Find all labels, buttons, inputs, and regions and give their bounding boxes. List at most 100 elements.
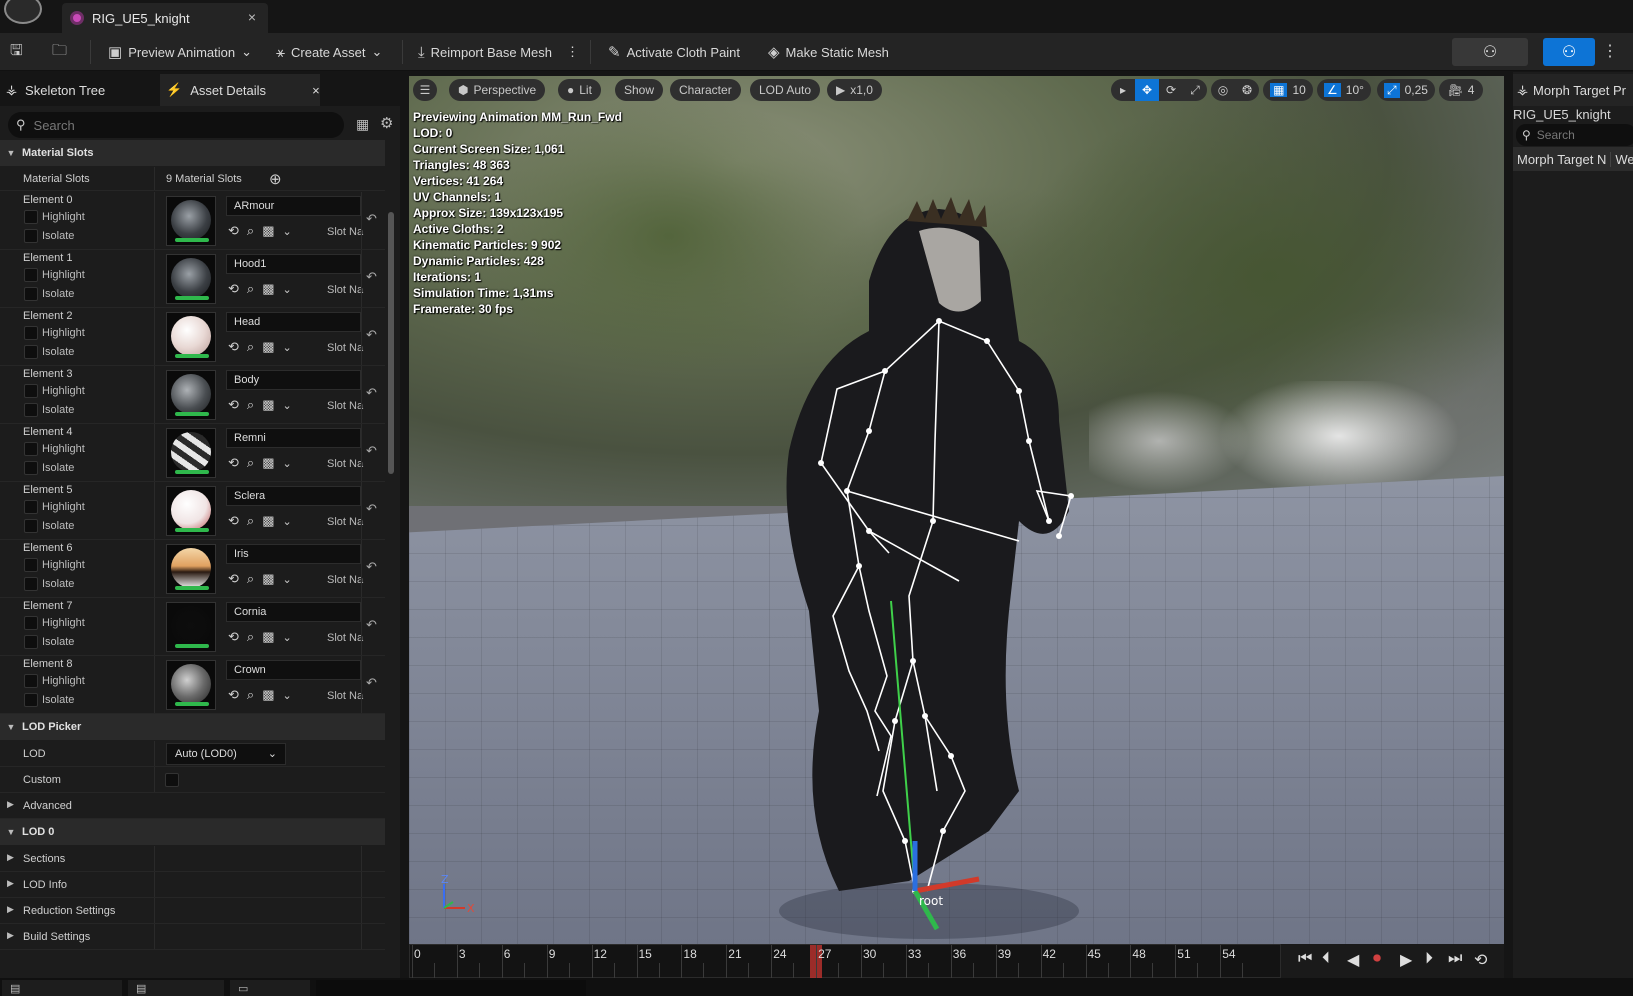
reset-to-default-icon[interactable]: ↶ — [366, 385, 377, 401]
scale-mode-icon[interactable]: ⤢ — [1183, 79, 1207, 101]
category-material-slots[interactable]: ▼ Material Slots — [0, 140, 385, 166]
use-selected-icon[interactable]: ⟲ — [228, 629, 239, 645]
skeleton-mode-button[interactable]: ⚇ — [1452, 38, 1528, 66]
reset-to-default-icon[interactable]: ↶ — [366, 269, 377, 285]
close-tab-icon[interactable]: × — [248, 9, 256, 25]
chevron-down-icon[interactable]: ⌄ — [282, 515, 291, 528]
settings-gear-icon[interactable]: ⚙ — [380, 114, 393, 132]
reset-to-default-icon[interactable]: ↶ — [366, 559, 377, 575]
chevron-down-icon[interactable]: ⌄ — [282, 225, 291, 238]
perspective-button[interactable]: ⬢ Perspective — [449, 79, 546, 101]
isolate-checkbox[interactable] — [24, 287, 38, 301]
lod-dropdown[interactable]: Auto (LOD0) ⌄ — [166, 743, 286, 765]
highlight-checkbox[interactable] — [24, 558, 38, 572]
grid-snap-toggle[interactable]: ▦ 10 — [1263, 79, 1313, 101]
reset-to-default-icon[interactable]: ↶ — [366, 443, 377, 459]
lod-auto-button[interactable]: LOD Auto — [750, 79, 821, 101]
browse-asset-icon[interactable]: ⌕ — [247, 571, 254, 587]
isolate-checkbox[interactable] — [24, 519, 38, 533]
more-options-icon[interactable]: ⋮ — [566, 44, 579, 60]
browse-asset-icon[interactable]: ⌕ — [247, 281, 254, 297]
camera-speed-button[interactable]: 🎥︎ 4 — [1439, 79, 1483, 101]
column-weight[interactable]: We — [1610, 151, 1633, 167]
create-asset-button[interactable]: ⚹ Create Asset ⌄ — [276, 33, 382, 71]
material-thumbnail[interactable] — [166, 544, 216, 594]
isolate-checkbox[interactable] — [24, 345, 38, 359]
custom-checkbox[interactable] — [165, 773, 179, 787]
isolate-checkbox[interactable] — [24, 693, 38, 707]
step-forward-icon[interactable]: ⏵ — [1425, 950, 1433, 968]
highlight-checkbox[interactable] — [24, 616, 38, 630]
tab-asset-details[interactable]: ⚡ Asset Details × — [160, 74, 320, 106]
material-name-field[interactable]: ARmour — [226, 196, 361, 216]
play-reverse-icon[interactable]: ◀ — [1347, 950, 1359, 970]
browse-asset-icon[interactable]: ⌕ — [247, 223, 254, 239]
timeline-ruler[interactable]: 0 3 6 9 12 15 18 21 24 27 30 33 36 39 42 45 48 51 54 — [409, 944, 1281, 979]
step-back-icon[interactable]: ⏴ — [1322, 950, 1330, 968]
sections-row[interactable]: ▶ Sections — [0, 846, 385, 872]
tab-morph-target-preview[interactable]: ⚶ Morph Target Pr — [1513, 74, 1633, 106]
rotation-snap-toggle[interactable]: ∠ 10° — [1317, 79, 1371, 101]
material-options-icon[interactable]: ▩ — [262, 629, 274, 645]
surface-snap-icon[interactable]: ❂ — [1235, 79, 1259, 101]
details-scrollbar[interactable] — [388, 212, 394, 474]
material-options-icon[interactable]: ▩ — [262, 339, 274, 355]
activate-cloth-paint-button[interactable]: ✎ Activate Cloth Paint — [608, 33, 740, 71]
reset-to-default-icon[interactable]: ↶ — [366, 675, 377, 691]
isolate-checkbox[interactable] — [24, 635, 38, 649]
use-selected-icon[interactable]: ⟲ — [228, 397, 239, 413]
advanced-row[interactable]: ▶ Advanced — [0, 793, 385, 819]
reset-to-default-icon[interactable]: ↶ — [366, 327, 377, 343]
play-speed-button[interactable]: ▶ x1,0 — [827, 79, 882, 101]
isolate-checkbox[interactable] — [24, 577, 38, 591]
chevron-down-icon[interactable]: ⌄ — [282, 573, 291, 586]
highlight-checkbox[interactable] — [24, 384, 38, 398]
material-thumbnail[interactable] — [166, 428, 216, 478]
material-thumbnail[interactable] — [166, 602, 216, 652]
material-options-icon[interactable]: ▩ — [262, 687, 274, 703]
material-name-field[interactable]: Iris — [226, 544, 361, 564]
material-options-icon[interactable]: ▩ — [262, 397, 274, 413]
browse-asset-icon[interactable]: ⌕ — [247, 397, 254, 413]
property-matrix-icon[interactable]: ▦ — [356, 116, 369, 133]
use-selected-icon[interactable]: ⟲ — [228, 513, 239, 529]
highlight-checkbox[interactable] — [24, 674, 38, 688]
mesh-mode-button[interactable]: ⚇ — [1543, 38, 1595, 66]
material-options-icon[interactable]: ▩ — [262, 455, 274, 471]
reset-to-default-icon[interactable]: ↶ — [366, 211, 377, 227]
reduction-settings-row[interactable]: ▶ Reduction Settings — [0, 898, 385, 924]
material-thumbnail[interactable] — [166, 660, 216, 710]
chevron-down-icon[interactable]: ⌄ — [282, 689, 291, 702]
use-selected-icon[interactable]: ⟲ — [228, 281, 239, 297]
isolate-checkbox[interactable] — [24, 229, 38, 243]
document-tab[interactable]: RIG_UE5_knight × — [62, 3, 268, 33]
material-name-field[interactable]: Body — [226, 370, 361, 390]
material-thumbnail[interactable] — [166, 254, 216, 304]
browse-asset-icon[interactable]: ⌕ — [247, 629, 254, 645]
chevron-down-icon[interactable]: ⌄ — [282, 399, 291, 412]
viewport-menu-button[interactable]: ☰ — [413, 79, 437, 101]
reset-to-default-icon[interactable]: ↶ — [366, 501, 377, 517]
select-mode-icon[interactable]: ▸ — [1111, 79, 1135, 101]
loop-icon[interactable]: ⟲ — [1474, 950, 1487, 970]
viewport[interactable]: root Z X Previewing Animation MM_Run_Fwd… — [409, 76, 1504, 944]
browse-button[interactable]: 🗀 — [52, 33, 67, 71]
column-morph-target-name[interactable]: Morph Target N — [1513, 152, 1610, 167]
preview-animation-button[interactable]: ▣ Preview Animation ⌄ — [108, 33, 252, 71]
skip-to-end-icon[interactable]: ⏭ — [1448, 950, 1462, 968]
material-name-field[interactable]: Sclera — [226, 486, 361, 506]
reset-to-default-icon[interactable]: ↶ — [366, 617, 377, 633]
isolate-checkbox[interactable] — [24, 403, 38, 417]
translate-mode-icon[interactable]: ✥ — [1135, 79, 1159, 101]
use-selected-icon[interactable]: ⟲ — [228, 687, 239, 703]
material-name-field[interactable]: Crown — [226, 660, 361, 680]
character-button[interactable]: Character — [670, 79, 741, 101]
skip-to-start-icon[interactable]: ⏮ — [1298, 950, 1312, 968]
material-thumbnail[interactable] — [166, 196, 216, 246]
show-button[interactable]: Show — [615, 79, 664, 101]
use-selected-icon[interactable]: ⟲ — [228, 455, 239, 471]
category-lod-0[interactable]: ▼ LOD 0 — [0, 819, 385, 845]
toolbar-more-icon[interactable]: ⋮ — [1602, 41, 1618, 61]
coordinate-space-icon[interactable]: ◎ — [1211, 79, 1235, 101]
highlight-checkbox[interactable] — [24, 268, 38, 282]
